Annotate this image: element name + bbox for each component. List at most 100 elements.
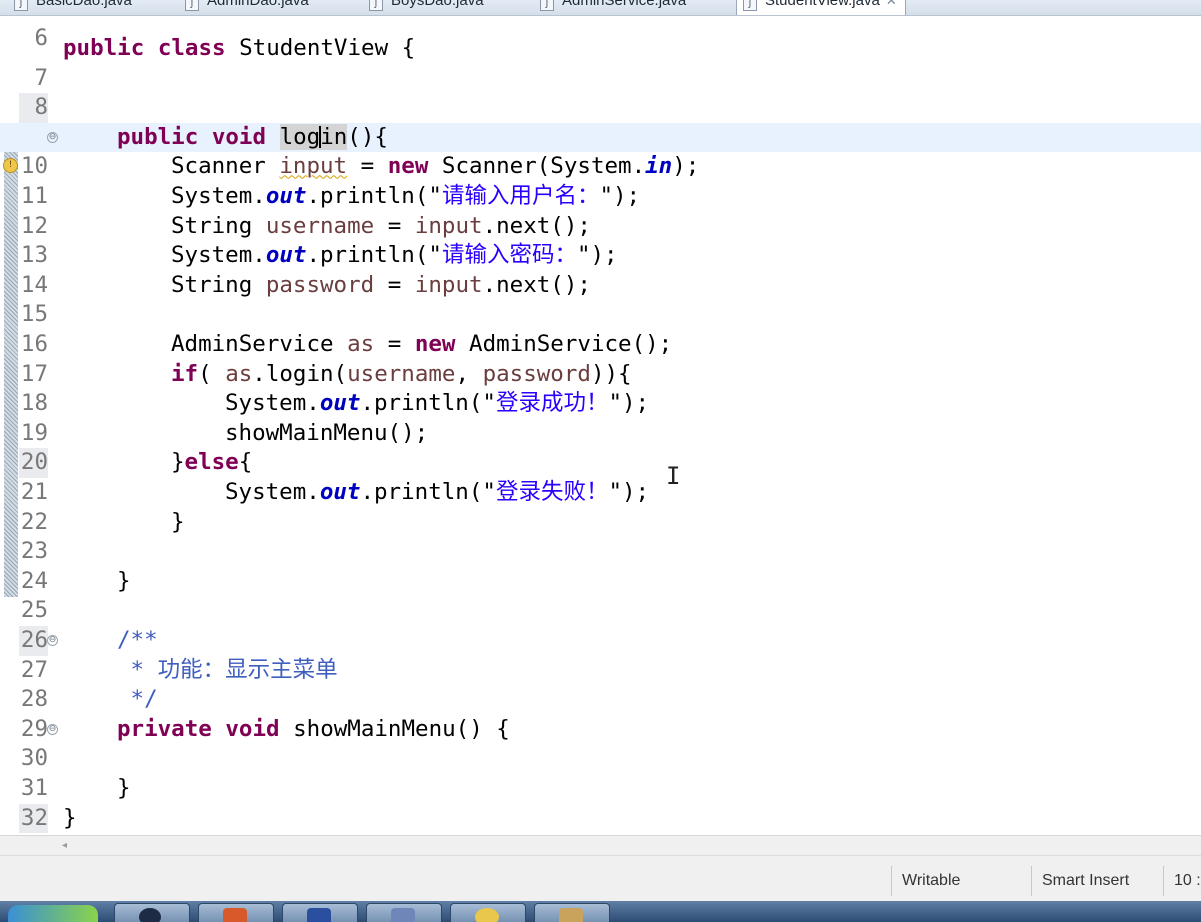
local-variable: username: [347, 360, 456, 387]
code-line: 18 if( as.login(username, password)){: [0, 360, 1201, 417]
taskbar-app-button[interactable]: [534, 903, 610, 922]
code-text: showMainMenu();: [225, 419, 429, 446]
code-line: 26: [0, 596, 1201, 656]
code-editor[interactable]: 6 7 public class StudentView { 8 9 10 ⊖ …: [0, 15, 1201, 861]
local-variable: as: [225, 360, 253, 387]
comment-text: /**: [117, 627, 158, 653]
string-literal: 请输入用户名：: [441, 183, 600, 209]
code-text: }: [171, 449, 185, 476]
static-field: out: [265, 183, 307, 209]
status-insert-mode: Smart Insert: [1031, 866, 1162, 896]
local-variable: password: [265, 271, 375, 298]
code-line: 20 showMainMenu();: [0, 419, 1201, 478]
code-line: 21 }else{: [0, 448, 1201, 505]
app-icon: [391, 908, 415, 922]
local-variable: as: [347, 331, 375, 357]
code-text: System.: [225, 390, 320, 417]
code-text: ");: [608, 390, 650, 417]
code-text: AdminService();: [455, 331, 673, 357]
code-line: 9: [0, 93, 1201, 150]
code-line: 15 String password = input.next();: [0, 271, 1201, 328]
app-icon: [559, 908, 583, 922]
code-text: showMainMenu() {: [279, 715, 510, 742]
code-line: 33 }: [0, 804, 1201, 861]
code-line: 17 AdminService as = new AdminService();: [0, 330, 1201, 387]
status-bar: Writable Smart Insert 10 :: [0, 855, 1201, 902]
code-line: 11 ! Scanner input = new Scanner(System.…: [0, 152, 1201, 209]
code-line: 8: [0, 64, 1201, 123]
taskbar-app-button[interactable]: [450, 903, 526, 922]
warning-icon[interactable]: !: [3, 158, 18, 174]
code-line: 29 */: [0, 685, 1201, 742]
string-literal: 登录失败！: [495, 479, 609, 505]
method-name-occurrence: login: [279, 123, 348, 150]
start-button[interactable]: [8, 905, 98, 922]
fold-collapse-icon[interactable]: ⊖: [47, 131, 58, 143]
code-text: );: [672, 153, 700, 180]
app-icon: [139, 908, 161, 922]
fold-collapse-icon[interactable]: ⊖: [47, 635, 58, 646]
scroll-left-arrow-icon[interactable]: ◂: [62, 839, 74, 853]
string-literal: 登录成功！: [495, 390, 609, 417]
local-variable: input: [414, 212, 483, 239]
taskbar-app-button[interactable]: [114, 903, 190, 922]
code-text: )){: [590, 360, 632, 387]
string-literal: 请输入密码：: [441, 242, 577, 269]
code-text: System.: [225, 479, 320, 505]
keyword: private void: [117, 715, 280, 742]
code-text: =: [374, 212, 415, 239]
static-field: out: [319, 390, 361, 417]
static-field: out: [319, 479, 361, 505]
code-text: ");: [608, 479, 650, 505]
code-text: =: [347, 153, 388, 180]
local-variable: username: [265, 212, 375, 239]
code-line: 28 * 功能：显示主菜单: [0, 656, 1201, 713]
code-line: 27 ⊖ /**: [0, 626, 1201, 683]
code-text: =: [374, 271, 415, 298]
code-text: .println(": [306, 242, 442, 269]
comment-text: */: [117, 686, 158, 713]
code-text: System.: [171, 183, 266, 209]
code-text: Scanner(System.: [428, 153, 646, 180]
code-line: 23 }: [0, 508, 1201, 565]
keyword: new: [414, 331, 456, 357]
app-icon: [475, 908, 499, 922]
code-line: 22 System.out.println("登录失败！");: [0, 478, 1201, 535]
local-variable: input: [279, 153, 348, 180]
horizontal-scrollbar[interactable]: ◂: [0, 835, 1201, 856]
code-line: 31: [0, 744, 1201, 801]
code-line: 6: [0, 0, 1201, 51]
code-text: StudentView {: [225, 35, 416, 61]
taskbar-app-button[interactable]: [282, 903, 358, 922]
code-text: =: [374, 331, 415, 357]
code-text: }: [171, 508, 185, 535]
code-text: (: [198, 360, 226, 387]
code-text: .println(": [360, 479, 496, 505]
taskbar-app-button[interactable]: [366, 903, 442, 922]
code-text: }: [117, 775, 131, 801]
code-line: 32 }: [0, 774, 1201, 834]
code-text: .println(": [360, 390, 496, 417]
code-text: System.: [171, 242, 266, 269]
code-text: .login(: [252, 360, 348, 387]
app-icon: [307, 908, 331, 922]
code-text: .next();: [482, 212, 591, 239]
code-line: 25 }: [0, 567, 1201, 624]
code-text: }: [117, 567, 131, 594]
code-text: ");: [599, 183, 641, 209]
keyword: public class: [63, 35, 226, 61]
code-line: 30 ⊖ private void showMainMenu() {: [0, 715, 1201, 772]
code-text: }: [63, 804, 77, 831]
code-text: ,: [455, 360, 483, 387]
code-line-current: 10 ⊖ public void login(){: [0, 122, 1201, 179]
fold-collapse-icon[interactable]: ⊖: [47, 723, 58, 735]
local-variable: input: [414, 271, 483, 298]
status-cursor-position: 10 :: [1163, 866, 1201, 896]
keyword: public void: [117, 123, 267, 150]
type-name: String: [171, 271, 253, 298]
code-line: 12 System.out.println("请输入用户名：");: [0, 182, 1201, 239]
keyword: new: [387, 153, 429, 180]
code-line: 14 System.out.println("请输入密码：");: [0, 241, 1201, 298]
static-field: in: [645, 153, 673, 180]
taskbar-app-button[interactable]: [198, 903, 274, 922]
